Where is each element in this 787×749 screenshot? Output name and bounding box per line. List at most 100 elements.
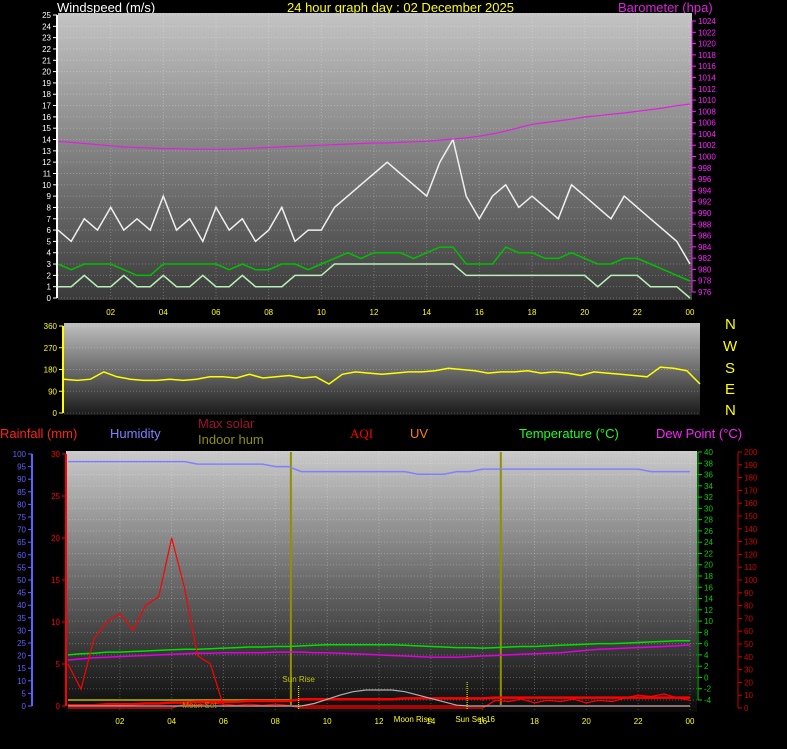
rainfall-axis-tick-label: 0 bbox=[56, 702, 61, 711]
aqi-axis-tick-label: 30 bbox=[744, 666, 753, 675]
windspeed-axis-tick-label: 19 bbox=[42, 79, 51, 88]
aqi-axis-tick-label: 200 bbox=[744, 448, 758, 457]
wind-x-tick-label: 16 bbox=[475, 308, 484, 317]
temperature-axis-tick-label: 16 bbox=[704, 583, 713, 592]
humidity-axis-tick-label: 65 bbox=[17, 538, 26, 547]
aqi-axis-tick-label: 100 bbox=[744, 576, 758, 585]
windspeed-axis-tick-label: 0 bbox=[47, 294, 52, 303]
windspeed-axis-tick-label: 14 bbox=[42, 136, 51, 145]
aqi-axis-tick-label: 160 bbox=[744, 499, 758, 508]
humidity-axis-tick-label: 0 bbox=[22, 702, 27, 711]
climate-x-tick-label: 04 bbox=[167, 717, 176, 726]
humidity-axis-tick-label: 80 bbox=[17, 500, 26, 509]
wind-x-tick-label: 08 bbox=[264, 308, 273, 317]
barometer-axis-tick-label: 976 bbox=[698, 288, 712, 297]
windspeed-axis-tick-label: 10 bbox=[42, 181, 51, 190]
wind-x-tick-label: 22 bbox=[633, 308, 642, 317]
rainfall-axis-tick-label: 20 bbox=[51, 534, 60, 543]
sunset-label: Sun Set 16 bbox=[455, 715, 495, 724]
temperature-axis-tick-label: 8 bbox=[704, 628, 709, 637]
windspeed-axis-tick-label: 11 bbox=[43, 169, 52, 178]
aqi-axis-tick-label: 80 bbox=[744, 602, 753, 611]
wind-x-tick-label: 20 bbox=[580, 308, 589, 317]
windspeed-axis-tick-label: 3 bbox=[47, 260, 52, 269]
barometer-axis-tick-label: 1016 bbox=[698, 62, 716, 71]
barometer-axis-tick-label: 984 bbox=[698, 243, 712, 252]
barometer-axis-tick-label: 992 bbox=[698, 198, 712, 207]
wind-x-tick-label: 06 bbox=[212, 308, 221, 317]
aqi-axis-tick-label: 70 bbox=[744, 614, 753, 623]
windspeed-axis-tick-label: 17 bbox=[42, 102, 51, 111]
windspeed-axis-tick-label: 12 bbox=[42, 158, 51, 167]
barometer-axis-tick-label: 1006 bbox=[698, 119, 716, 128]
moonrise-label: Moon Rise bbox=[394, 715, 433, 724]
rainfall-axis-tick-label: 30 bbox=[51, 450, 60, 459]
aqi-axis-tick-label: 140 bbox=[744, 525, 758, 534]
windspeed-axis-tick-label: 5 bbox=[47, 237, 52, 246]
windspeed-axis-tick-label: 16 bbox=[42, 113, 51, 122]
barometer-axis-tick-label: 1018 bbox=[698, 51, 716, 60]
aqi-axis-tick-label: 10 bbox=[744, 691, 753, 700]
windspeed-axis-tick-label: 25 bbox=[42, 11, 51, 20]
aqi-axis-tick-label: 50 bbox=[744, 640, 753, 649]
barometer-axis-tick-label: 1010 bbox=[698, 96, 716, 105]
humidity-axis-tick-label: 60 bbox=[17, 551, 26, 560]
temperature-axis-tick-label: 6 bbox=[704, 640, 709, 649]
aqi-axis-tick-label: 170 bbox=[744, 486, 758, 495]
aqi-axis-tick-label: 110 bbox=[744, 563, 757, 572]
temperature-axis-tick-label: 4 bbox=[704, 651, 709, 660]
aqi-axis-tick-label: 20 bbox=[744, 678, 753, 687]
windspeed-axis-tick-label: 20 bbox=[42, 68, 51, 77]
barometer-axis-tick-label: 996 bbox=[698, 175, 712, 184]
barometer-axis-tick-label: 1020 bbox=[698, 40, 716, 49]
windspeed-axis-tick-label: 1 bbox=[47, 283, 52, 292]
temperature-axis-tick-label: 2 bbox=[704, 662, 709, 671]
barometer-axis-tick-label: 1008 bbox=[698, 107, 716, 116]
weather-charts: 0123456789101112131415161718192021222324… bbox=[13, 11, 758, 726]
rainfall-axis-tick-label: 25 bbox=[51, 492, 60, 501]
wind-plot-area bbox=[58, 13, 692, 300]
windspeed-axis-tick-label: 22 bbox=[42, 45, 51, 54]
windspeed-axis-tick-label: 2 bbox=[47, 271, 52, 280]
climate-x-tick-label: 06 bbox=[219, 717, 228, 726]
temperature-axis-tick-label: 40 bbox=[704, 448, 713, 457]
aqi-axis-tick-label: 60 bbox=[744, 627, 753, 636]
rainfall-axis-tick-label: 15 bbox=[51, 576, 60, 585]
humidity-axis-tick-label: 10 bbox=[17, 677, 26, 686]
humidity-axis-tick-label: 70 bbox=[17, 526, 26, 535]
temperature-axis-tick-label: 10 bbox=[704, 617, 713, 626]
moonset-label: Moon Set bbox=[182, 701, 217, 710]
barometer-axis-tick-label: 1000 bbox=[698, 153, 716, 162]
barometer-axis-tick-label: 1014 bbox=[698, 73, 716, 82]
climate-x-tick-label: 18 bbox=[530, 717, 539, 726]
temperature-axis-tick-label: 20 bbox=[704, 561, 713, 570]
humidity-axis-tick-label: 90 bbox=[17, 475, 26, 484]
temperature-axis-tick-label: 36 bbox=[704, 471, 713, 480]
humidity-axis-tick-label: 40 bbox=[17, 601, 26, 610]
windspeed-axis-tick-label: 8 bbox=[47, 203, 52, 212]
climate-x-tick-label: 02 bbox=[115, 717, 124, 726]
direction-axis-tick-label: 180 bbox=[44, 366, 58, 375]
barometer-axis-tick-label: 978 bbox=[698, 277, 712, 286]
humidity-axis-tick-label: 75 bbox=[17, 513, 26, 522]
temperature-axis-tick-label: 0 bbox=[704, 673, 709, 682]
aqi-axis-tick-label: 180 bbox=[744, 474, 758, 483]
humidity-axis-tick-label: 20 bbox=[17, 652, 26, 661]
temperature-axis-tick-label: 14 bbox=[704, 595, 713, 604]
barometer-axis-tick-label: 990 bbox=[698, 209, 712, 218]
aqi-axis-tick-label: 0 bbox=[744, 704, 749, 713]
windspeed-axis-tick-label: 13 bbox=[42, 147, 51, 156]
humidity-axis-tick-label: 100 bbox=[13, 450, 27, 459]
humidity-axis-tick-label: 45 bbox=[17, 589, 26, 598]
direction-axis-tick-label: 270 bbox=[44, 344, 58, 353]
windspeed-axis-tick-label: 6 bbox=[47, 226, 52, 235]
barometer-axis-tick-label: 1012 bbox=[698, 85, 716, 94]
wind-x-tick-label: 04 bbox=[159, 308, 168, 317]
windspeed-axis-tick-label: 7 bbox=[47, 215, 52, 224]
barometer-axis-tick-label: 998 bbox=[698, 164, 712, 173]
barometer-axis-tick-label: 994 bbox=[698, 186, 712, 195]
climate-x-tick-label: 22 bbox=[634, 717, 643, 726]
temperature-axis-tick-label: 26 bbox=[704, 527, 713, 536]
barometer-axis-tick-label: 1004 bbox=[698, 130, 716, 139]
barometer-axis-tick-label: 986 bbox=[698, 232, 712, 241]
